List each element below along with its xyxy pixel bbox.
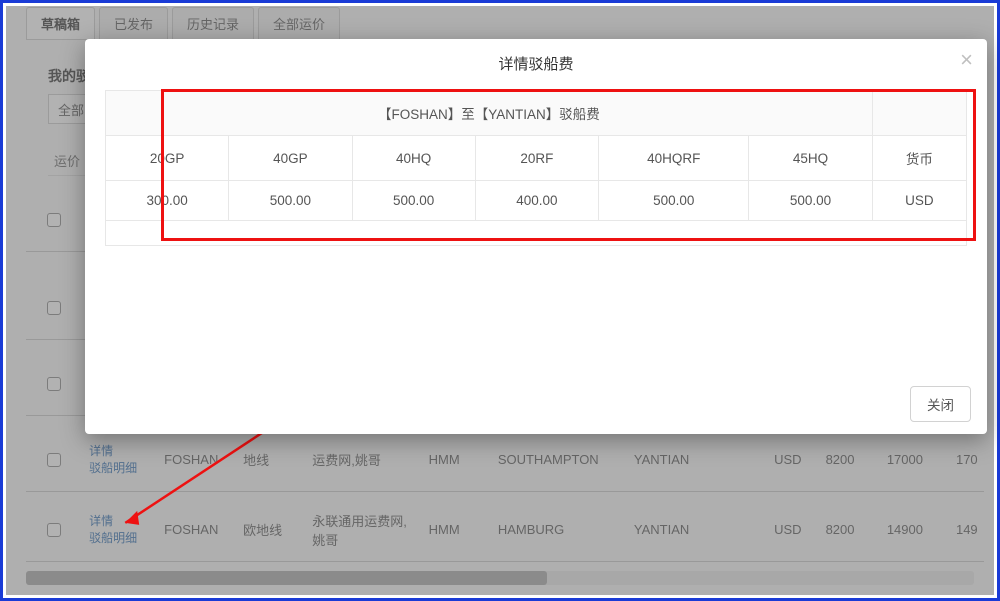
cell-currency: USD [766, 522, 817, 537]
barge-fee-row: 300.00 500.00 500.00 400.00 500.00 500.0… [106, 181, 967, 221]
row-checkbox[interactable] [47, 523, 61, 537]
tab-history[interactable]: 历史记录 [172, 7, 254, 39]
cell-price1: 8200 [818, 452, 879, 467]
cell-40hqrf: 500.00 [599, 181, 749, 221]
cell-currency-value: USD [872, 181, 966, 221]
cell-price3: 170 [948, 452, 984, 467]
col-40gp: 40GP [229, 136, 352, 181]
col-20gp: 20GP [106, 136, 229, 181]
table-header-col: 运价 [54, 151, 80, 170]
cell-route: 地线 [235, 450, 304, 469]
detail-link[interactable]: 详情 [89, 513, 148, 530]
barge-detail-link[interactable]: 驳船明细 [89, 460, 148, 477]
row-links[interactable]: 详情 驳船明细 [81, 443, 156, 477]
tab-published[interactable]: 已发布 [99, 7, 168, 39]
section-title: 我的驳 [48, 66, 90, 86]
cell-carrier: HMM [421, 452, 490, 467]
cell-currency: USD [766, 452, 817, 467]
cell-price2: 17000 [879, 452, 948, 467]
barge-detail-link[interactable]: 驳船明细 [89, 530, 148, 547]
barge-table-title: 【FOSHAN】至【YANTIAN】驳船费 [106, 91, 873, 136]
cell-20rf: 400.00 [475, 181, 598, 221]
col-45hq: 45HQ [749, 136, 872, 181]
cell-pol: FOSHAN [156, 452, 235, 467]
table-row: 详情 驳船明细 FOSHAN 欧地线 永联通用运费网,姚哥 HMM HAMBUR… [26, 498, 984, 562]
tab-all-rates[interactable]: 全部运价 [258, 7, 340, 39]
cell-route: 欧地线 [235, 520, 304, 539]
cell-20gp: 300.00 [106, 181, 229, 221]
cell-price3: 149 [948, 522, 984, 537]
cell-pod: SOUTHAMPTON [490, 452, 626, 467]
cell-via: YANTIAN [626, 452, 705, 467]
table-row: 详情 驳船明细 FOSHAN 地线 运费网,姚哥 HMM SOUTHAMPTON… [26, 428, 984, 492]
close-icon[interactable]: × [960, 49, 973, 71]
cell-pol: FOSHAN [156, 522, 235, 537]
bg-tabs: 草稿箱 已发布 历史记录 全部运价 [26, 6, 974, 40]
cell-40hq: 500.00 [352, 181, 475, 221]
cell-agent: 运费网,姚哥 [304, 450, 420, 469]
cell-pod: HAMBURG [490, 522, 626, 537]
spacer-row [106, 221, 967, 246]
detail-link[interactable]: 详情 [89, 443, 148, 460]
col-20rf: 20RF [475, 136, 598, 181]
cell-price2: 14900 [879, 522, 948, 537]
row-checkbox[interactable] [47, 301, 61, 315]
col-40hqrf: 40HQRF [599, 136, 749, 181]
horizontal-scrollbar[interactable] [26, 571, 974, 585]
modal-title: 详情驳船费 × [85, 39, 987, 86]
col-40hq: 40HQ [352, 136, 475, 181]
row-links[interactable]: 详情 驳船明细 [81, 513, 156, 547]
close-button[interactable]: 关闭 [910, 386, 971, 422]
barge-table-title-blank [872, 91, 966, 136]
cell-price1: 8200 [818, 522, 879, 537]
cell-carrier: HMM [421, 522, 490, 537]
col-currency: 货币 [872, 136, 966, 181]
cell-45hq: 500.00 [749, 181, 872, 221]
tab-drafts[interactable]: 草稿箱 [26, 7, 95, 39]
row-checkbox[interactable] [47, 377, 61, 391]
cell-via: YANTIAN [626, 522, 705, 537]
row-checkbox[interactable] [47, 453, 61, 467]
barge-fee-detail-modal: 详情驳船费 × 【FOSHAN】至【YANTIAN】驳船费 20GP 40GP … [85, 39, 987, 434]
barge-fee-table: 【FOSHAN】至【YANTIAN】驳船费 20GP 40GP 40HQ 20R… [105, 90, 967, 246]
row-checkbox[interactable] [47, 213, 61, 227]
cell-40gp: 500.00 [229, 181, 352, 221]
modal-title-text: 详情驳船费 [498, 56, 573, 73]
cell-agent: 永联通用运费网,姚哥 [304, 511, 420, 549]
